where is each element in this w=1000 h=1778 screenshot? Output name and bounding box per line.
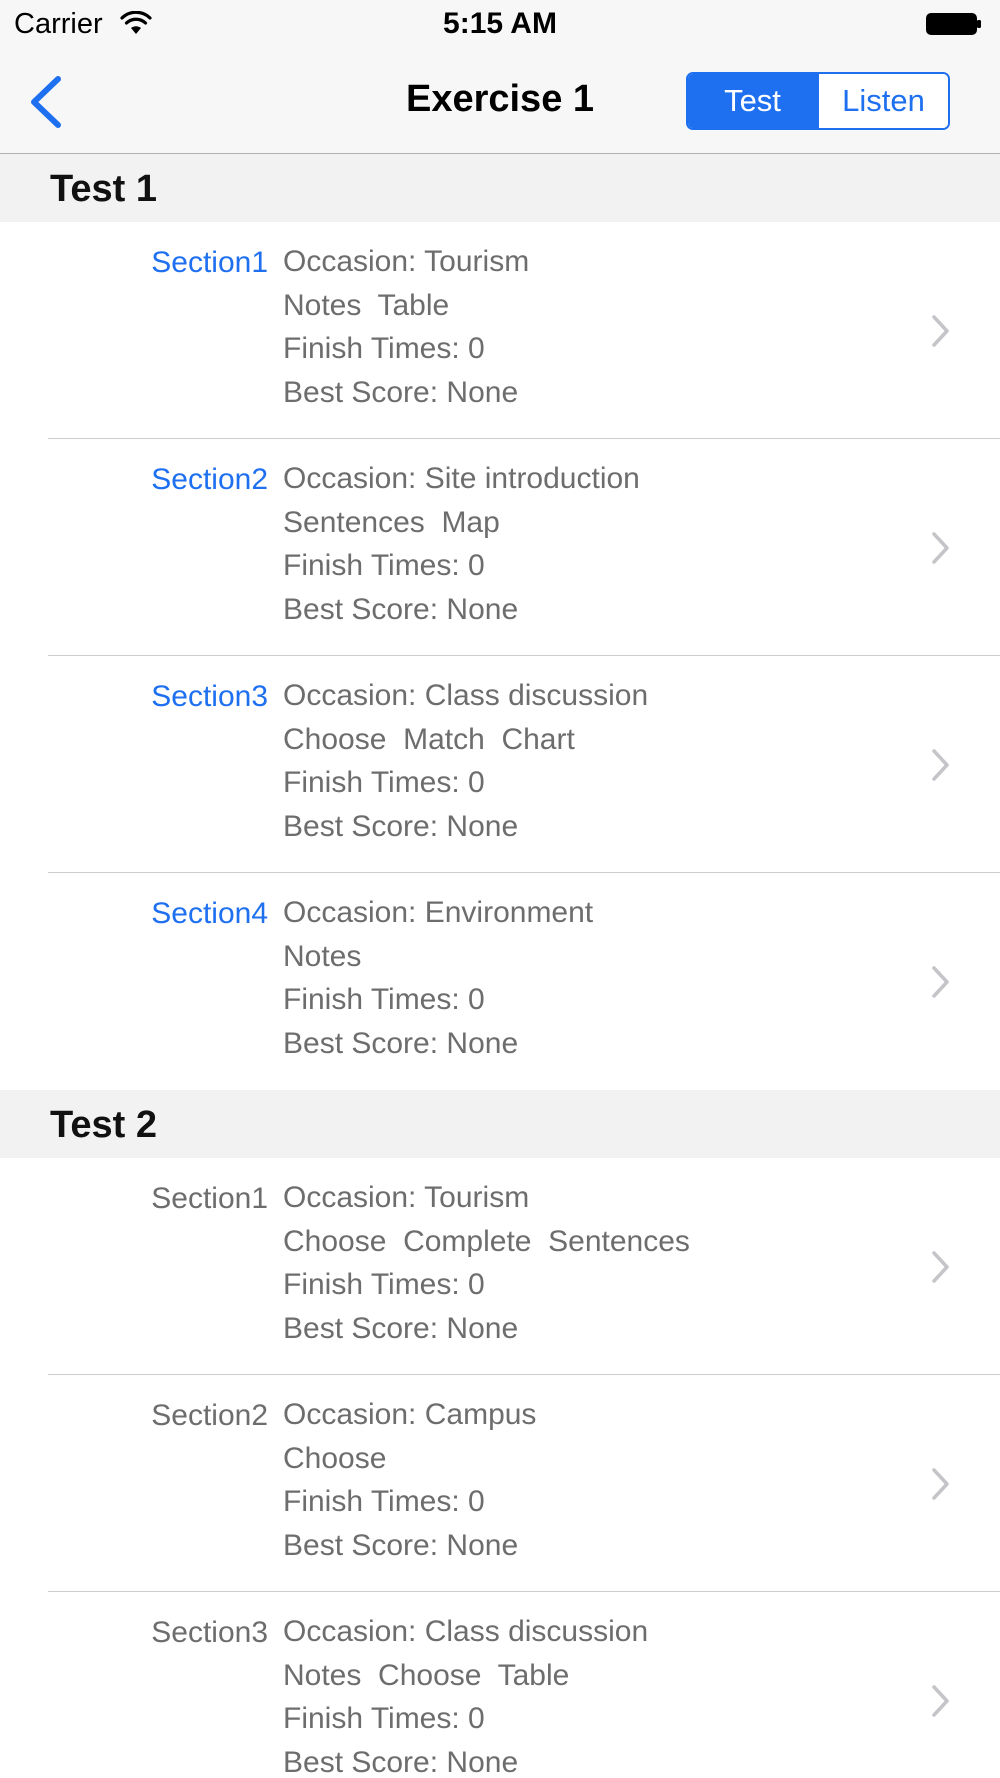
- question-types-text: Notes Choose Table: [283, 1658, 570, 1692]
- best-score-text: Best Score: None: [283, 1311, 519, 1345]
- battery-icon: [926, 13, 982, 35]
- finish-times-text: Finish Times: 0: [283, 1485, 485, 1518]
- section-label: Section4: [151, 897, 268, 930]
- section-header: Test 1: [0, 154, 1000, 222]
- finish-times-text: Finish Times: 0: [283, 766, 485, 799]
- best-score-text: Best Score: None: [283, 1026, 519, 1060]
- list-item[interactable]: Section1 Occasion: Tourism Notes Table Fini…: [0, 222, 1000, 439]
- chevron-right-icon: [932, 1251, 949, 1283]
- occasion-text: Occasion: Campus: [283, 1398, 537, 1431]
- list-item[interactable]: Section3 Occasion: Class discussion Notes …: [0, 1592, 1000, 1778]
- section-label: Section2: [151, 1399, 268, 1432]
- occasion-text: Occasion: Class discussion: [283, 1615, 649, 1648]
- best-score-text: Best Score: None: [283, 592, 519, 626]
- segment-test[interactable]: Test: [688, 74, 817, 128]
- section-details: Occasion: Class discussion Choose Match C…: [283, 674, 648, 848]
- question-types-text: Notes: [283, 939, 362, 973]
- section-details: Occasion: Campus Choose Finish Times: 0 Bes…: [283, 1393, 536, 1567]
- finish-times-text: Finish Times: 0: [283, 332, 485, 365]
- occasion-text: Occasion: Site introduction: [283, 462, 640, 495]
- section-header: Test 2: [0, 1090, 1000, 1158]
- mode-segmented-control: Test Listen: [686, 72, 950, 130]
- section-label: Section1: [151, 1182, 268, 1215]
- best-score-text: Best Score: None: [283, 375, 519, 409]
- finish-times-text: Finish Times: 0: [283, 983, 485, 1016]
- status-bar: Carrier 5:15 AM: [0, 0, 1000, 50]
- section-details: Occasion: Environment Notes Finish Times: …: [283, 891, 593, 1065]
- section-label: Section3: [151, 1616, 268, 1649]
- segment-listen[interactable]: Listen: [817, 74, 948, 128]
- finish-times-text: Finish Times: 0: [283, 549, 485, 582]
- question-types-text: Choose Complete Sentences: [283, 1224, 690, 1258]
- question-types-text: Choose Match Chart: [283, 722, 575, 756]
- chevron-right-icon: [932, 749, 949, 781]
- finish-times-text: Finish Times: 0: [283, 1702, 485, 1735]
- test-list: Test 1 Section1 Occasion: Tourism Notes Tab…: [0, 154, 1000, 1778]
- chevron-right-icon: [932, 966, 949, 998]
- section-details: Occasion: Class discussion Notes Choose T…: [283, 1610, 648, 1778]
- occasion-text: Occasion: Tourism: [283, 1181, 530, 1214]
- section-details: Occasion: Tourism Choose Complete Sentenc…: [283, 1176, 690, 1350]
- list-item[interactable]: Section4 Occasion: Environment Notes Finish…: [0, 873, 1000, 1090]
- list-item[interactable]: Section2 Occasion: Site introduction Sente…: [0, 439, 1000, 656]
- section-label: Section2: [151, 463, 268, 496]
- chevron-right-icon: [932, 1468, 949, 1500]
- question-types-text: Sentences Map: [283, 505, 500, 539]
- best-score-text: Best Score: None: [283, 809, 519, 843]
- occasion-text: Occasion: Environment: [283, 896, 594, 929]
- chevron-right-icon: [932, 532, 949, 564]
- chevron-right-icon: [932, 315, 949, 347]
- section-label: Section1: [151, 246, 268, 279]
- status-time: 5:15 AM: [443, 7, 557, 40]
- section-header-title: Test 2: [50, 1104, 158, 1146]
- question-types-text: Choose: [283, 1441, 387, 1475]
- section-label: Section3: [151, 680, 268, 713]
- question-types-text: Notes Table: [283, 288, 450, 322]
- best-score-text: Best Score: None: [283, 1745, 519, 1778]
- finish-times-text: Finish Times: 0: [283, 1268, 485, 1301]
- screen: Carrier 5:15 AM Exercise 1 Test Listen T…: [0, 0, 1000, 1778]
- section-header-title: Test 1: [50, 168, 158, 210]
- section-details: Occasion: Site introduction Sentences Map…: [283, 457, 640, 631]
- list-item[interactable]: Section1 Occasion: Tourism Choose Complete…: [0, 1158, 1000, 1375]
- list-item[interactable]: Section3 Occasion: Class discussion Choose…: [0, 656, 1000, 873]
- navigation-bar: Exercise 1 Test Listen: [0, 50, 1000, 154]
- occasion-text: Occasion: Tourism: [283, 245, 530, 278]
- list-item[interactable]: Section2 Occasion: Campus Choose Finish Tim…: [0, 1375, 1000, 1592]
- chevron-right-icon: [932, 1685, 949, 1717]
- occasion-text: Occasion: Class discussion: [283, 679, 649, 712]
- best-score-text: Best Score: None: [283, 1528, 519, 1562]
- section-details: Occasion: Tourism Notes Table Finish Times…: [283, 240, 529, 414]
